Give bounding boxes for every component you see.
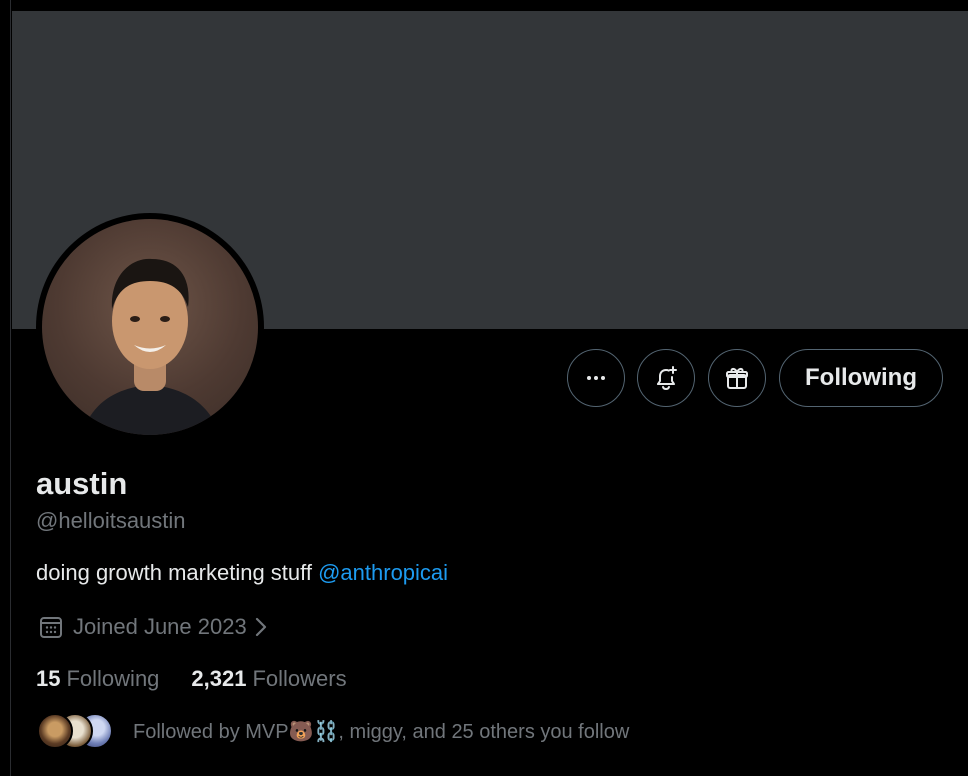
profile-page: Following austin @helloitsaustin doing g…: [0, 0, 968, 776]
following-count: 15: [36, 666, 61, 691]
bell-plus-icon: [657, 366, 677, 391]
notify-button[interactable]: [637, 349, 695, 407]
follow-stats: 15 Following 2,321 Followers: [36, 666, 347, 692]
followers-stat[interactable]: 2,321 Followers: [191, 666, 346, 692]
followers-label: Followers: [252, 666, 347, 691]
joined-date[interactable]: Joined June 2023: [38, 612, 278, 642]
gift-button[interactable]: [708, 349, 766, 407]
followed-by-text: Followed by MVP🐻⛓️, miggy, and 25 others…: [133, 720, 630, 743]
followers-count: 2,321: [191, 666, 247, 691]
top-strip: [0, 0, 968, 11]
person-silhouette-icon: [82, 258, 220, 435]
profile-handle: @helloitsaustin: [36, 508, 186, 533]
follower-avatar: [37, 713, 73, 749]
bio-text: doing growth marketing stuff: [36, 560, 319, 585]
profile-bio: doing growth marketing stuff @anthropica…: [36, 560, 448, 586]
bio-mention-link[interactable]: @anthropicai: [318, 560, 448, 585]
joined-text: Joined June 2023: [73, 614, 247, 639]
followed-by-avatars: [37, 711, 117, 751]
profile-avatar[interactable]: [36, 213, 264, 441]
gift-icon: [726, 368, 748, 389]
following-label: Following: [66, 666, 160, 691]
following-button[interactable]: Following: [779, 349, 943, 407]
followed-by[interactable]: Followed by MVP🐻⛓️, miggy, and 25 others…: [37, 711, 629, 751]
chevron-right-icon: [255, 617, 266, 637]
following-stat[interactable]: 15 Following: [36, 666, 159, 692]
calendar-icon: [40, 617, 62, 638]
avatar-photo: [42, 219, 258, 435]
profile-name: austin: [36, 466, 128, 501]
more-button[interactable]: [567, 349, 625, 407]
more-icon: [587, 376, 605, 380]
left-gutter: [0, 0, 11, 776]
